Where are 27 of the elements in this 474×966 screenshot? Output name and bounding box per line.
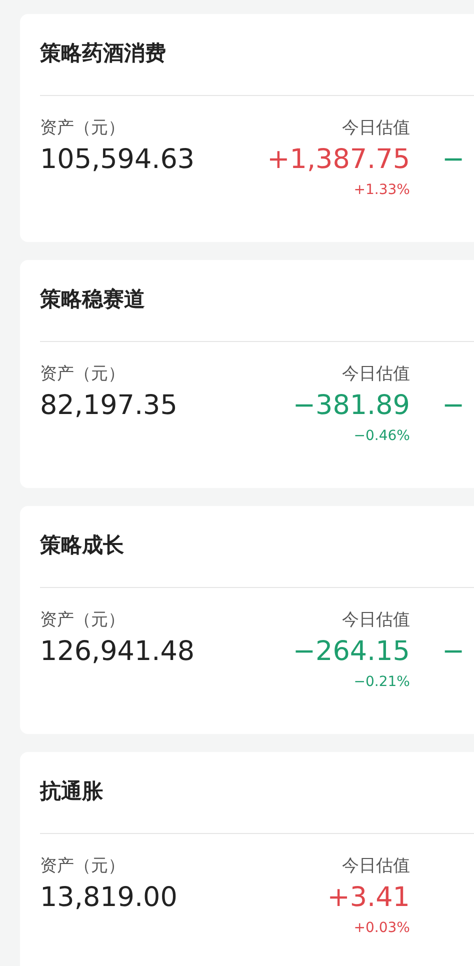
asset-label: 资产（元） (40, 855, 126, 878)
change-value: +3.41 (327, 881, 410, 915)
asset-label: 资产（元） (40, 117, 126, 140)
asset-value: 126,941.48 (40, 635, 196, 669)
change-value: +1,387.75 (267, 143, 410, 177)
estimate-label: 今日估值 (341, 363, 410, 386)
asset-value: 82,197.35 (40, 389, 178, 423)
asset-label: 资产（元） (40, 609, 126, 632)
asset-label: 资产（元） (40, 363, 126, 386)
fund-name: 策略药酒消费 (40, 14, 474, 96)
estimate-label: 今日估值 (341, 855, 410, 878)
change-percent: +0.03% (352, 919, 410, 938)
column-value: − (442, 635, 466, 669)
column-value: − (442, 389, 466, 423)
fund-name: 策略稳赛道 (40, 260, 474, 342)
estimate-label: 今日估值 (341, 117, 410, 140)
change-value: −264.15 (292, 635, 410, 669)
asset-value: 105,594.63 (40, 143, 196, 177)
fund-name: 抗通胀 (40, 752, 474, 834)
change-percent: +1.33% (352, 181, 410, 200)
fund-name: 策略成长 (40, 506, 474, 588)
change-value: −381.89 (292, 389, 410, 423)
asset-value: 13,819.00 (40, 881, 178, 915)
change-percent: −0.46% (352, 427, 410, 446)
column-value: − (442, 143, 466, 177)
estimate-label: 今日估值 (341, 609, 410, 632)
change-percent: −0.21% (352, 673, 410, 692)
